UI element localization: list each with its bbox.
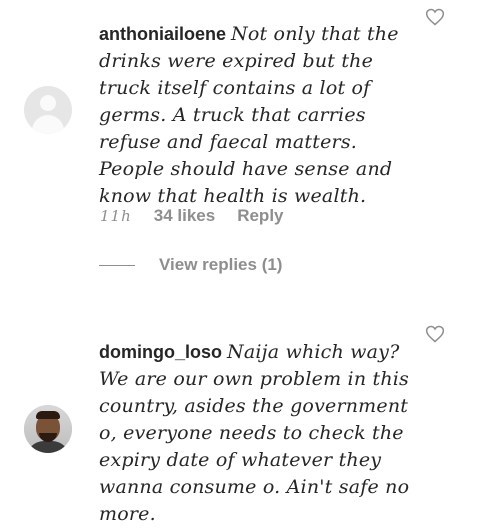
comment-time: 11h xyxy=(100,207,132,225)
comment-text: anthoniailoene Not only that the drinks w… xyxy=(99,0,419,210)
view-replies-button[interactable]: View replies (1) xyxy=(99,255,282,275)
comment-item: anthoniailoene Not only that the drinks w… xyxy=(0,0,480,300)
likes-count[interactable]: 34 likes xyxy=(154,206,215,225)
avatar[interactable] xyxy=(24,86,72,134)
view-replies-label[interactable]: View replies (1) xyxy=(159,255,282,274)
comment-username[interactable]: anthoniailoene xyxy=(99,24,226,44)
heart-outline-icon[interactable] xyxy=(425,7,445,27)
comment-text: domingo_loso Naija which way? We are our … xyxy=(99,312,419,528)
divider xyxy=(99,265,135,267)
reply-button[interactable]: Reply xyxy=(237,206,283,225)
comment-body: Not only that the drinks were expired bu… xyxy=(99,23,399,207)
comment-username[interactable]: domingo_loso xyxy=(99,342,222,362)
heart-outline-icon[interactable] xyxy=(425,324,445,344)
default-avatar-icon xyxy=(40,95,56,111)
avatar[interactable] xyxy=(24,405,72,453)
comment-item: domingo_loso Naija which way? We are our … xyxy=(0,300,480,525)
comment-body: Naija which way? We are our own problem … xyxy=(99,341,410,525)
comment-meta: 11h 34 likes Reply xyxy=(100,206,306,226)
